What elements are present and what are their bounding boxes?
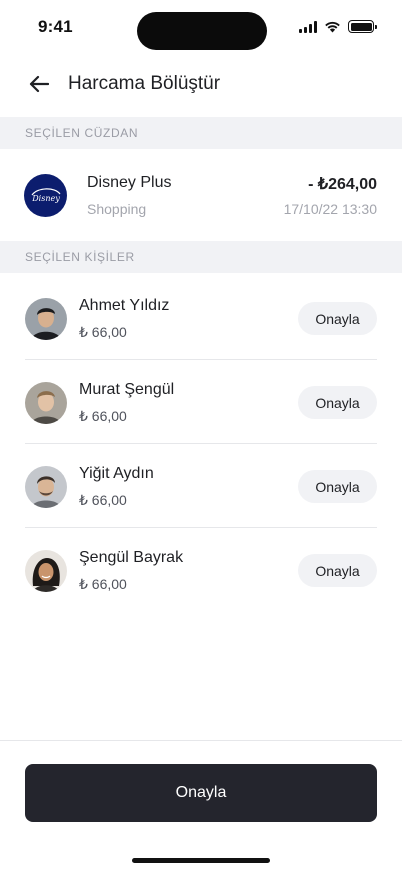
section-header-wallet: SEÇİLEN CÜZDAN xyxy=(0,117,402,149)
home-indicator[interactable] xyxy=(132,858,270,863)
approve-button[interactable]: Onayla xyxy=(298,554,377,587)
cellular-signal-icon xyxy=(299,20,317,33)
person-name: Şengül Bayrak xyxy=(79,549,184,566)
person-amount: ₺ 66,00 xyxy=(79,492,127,508)
approve-button[interactable]: Onayla xyxy=(298,386,377,419)
avatar xyxy=(25,298,67,340)
status-time: 9:41 xyxy=(38,17,73,36)
avatar xyxy=(25,382,67,424)
battery-icon xyxy=(348,20,377,33)
disney-plus-logo: Disney xyxy=(24,174,67,217)
person-name: Murat Şengül xyxy=(79,381,175,398)
section-header-people: SEÇİLEN KİŞİLER xyxy=(0,241,402,273)
selected-wallet-row[interactable]: Disney Disney Plus Shopping - ₺264,00 17… xyxy=(0,149,402,241)
people-list: Ahmet Yıldız ₺ 66,00 Onayla Murat Şengül… xyxy=(0,276,402,612)
wallet-amount: - ₺264,00 xyxy=(308,176,377,193)
avatar xyxy=(25,550,67,592)
person-name: Yiğit Aydın xyxy=(79,465,154,482)
person-name: Ahmet Yıldız xyxy=(79,297,170,314)
top-app-bar: Harcama Bölüştür xyxy=(0,62,402,106)
avatar xyxy=(25,466,67,508)
person-amount: ₺ 66,00 xyxy=(79,408,127,424)
approve-button[interactable]: Onayla xyxy=(298,470,377,503)
person-row: Murat Şengül ₺ 66,00 Onayla xyxy=(25,360,377,444)
back-button[interactable] xyxy=(24,69,54,99)
arrow-left-icon xyxy=(29,75,49,93)
phone-screen: 9:41 Harcama Bölüştür SEÇİLEN CÜZDAN Dis… xyxy=(0,0,402,872)
person-amount: ₺ 66,00 xyxy=(79,324,127,340)
page-title: Harcama Bölüştür xyxy=(68,73,221,94)
status-bar: 9:41 xyxy=(0,0,402,56)
footer-divider xyxy=(0,740,402,741)
dynamic-island xyxy=(137,12,267,50)
wallet-category: Shopping xyxy=(87,201,147,217)
confirm-button[interactable]: Onayla xyxy=(25,764,377,822)
wallet-date: 17/10/22 13:30 xyxy=(283,201,377,217)
approve-button[interactable]: Onayla xyxy=(298,302,377,335)
person-row: Ahmet Yıldız ₺ 66,00 Onayla xyxy=(25,276,377,360)
person-row: Şengül Bayrak ₺ 66,00 Onayla xyxy=(25,528,377,612)
status-icons xyxy=(299,20,377,33)
wifi-icon xyxy=(325,21,340,32)
person-amount: ₺ 66,00 xyxy=(79,576,127,592)
svg-text:Disney: Disney xyxy=(31,194,60,203)
wallet-name: Disney Plus xyxy=(87,174,172,191)
person-row: Yiğit Aydın ₺ 66,00 Onayla xyxy=(25,444,377,528)
